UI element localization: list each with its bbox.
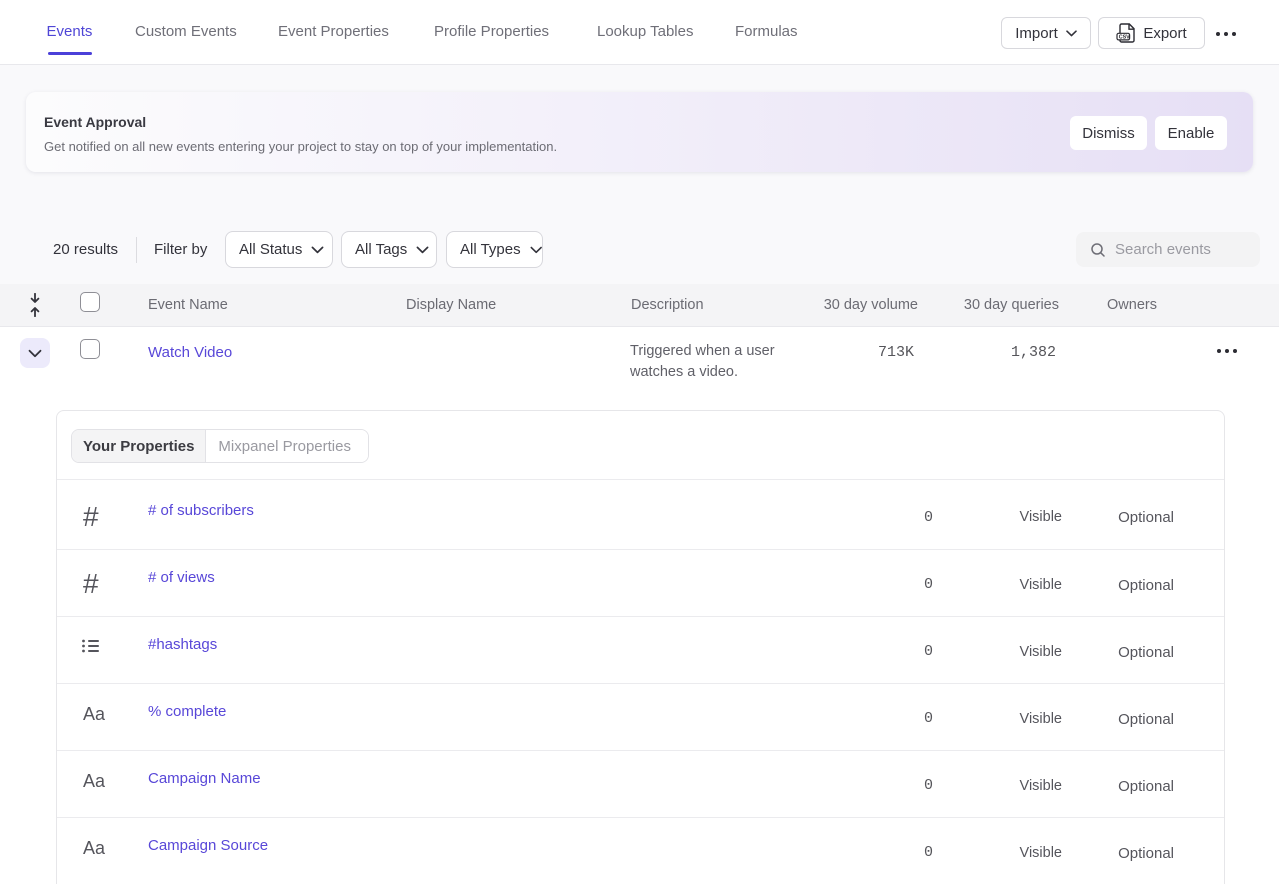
- svg-text:CSV: CSV: [1119, 35, 1130, 41]
